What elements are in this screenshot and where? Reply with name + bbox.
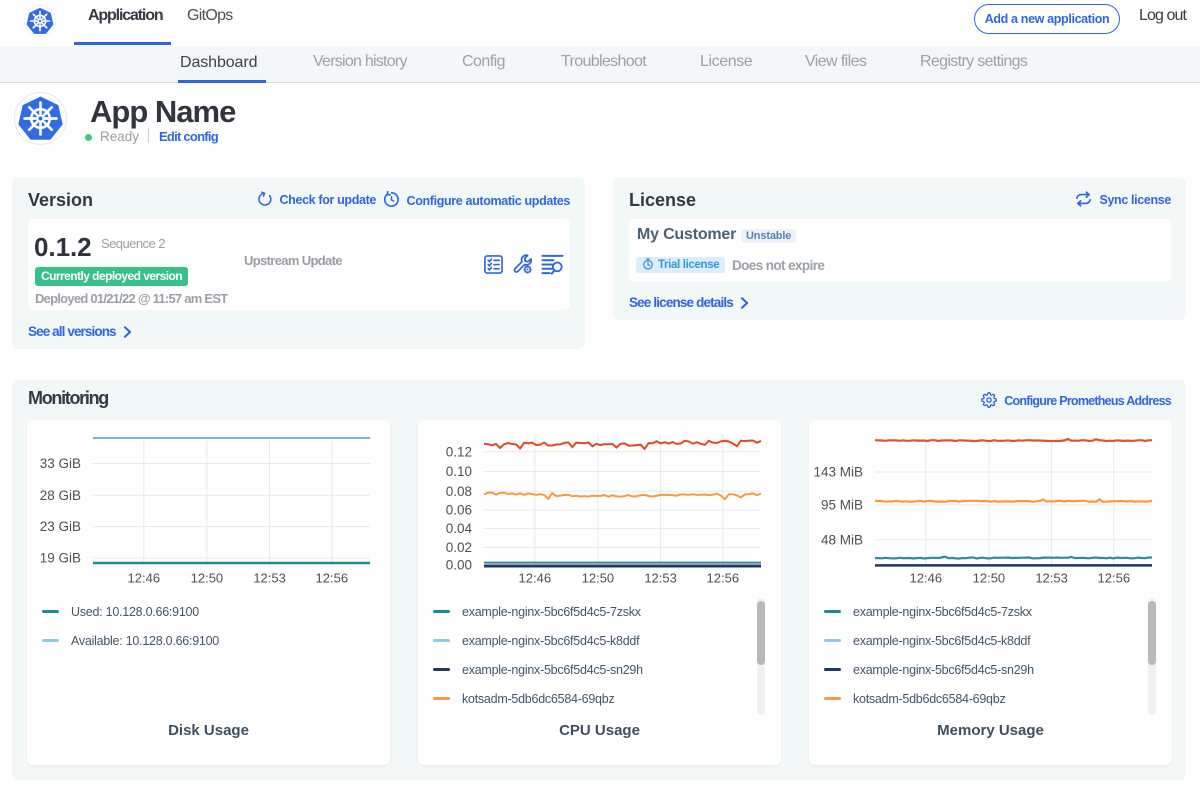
svg-text:12:46: 12:46 [128,571,161,586]
svg-text:33 GiB: 33 GiB [40,456,81,471]
svg-text:0.10: 0.10 [446,464,472,479]
svg-text:48 MiB: 48 MiB [821,532,863,547]
svg-text:19 GiB: 19 GiB [40,551,81,566]
svg-text:12:56: 12:56 [316,571,349,586]
svg-text:28 GiB: 28 GiB [40,488,81,503]
svg-text:12:56: 12:56 [1098,571,1131,586]
svg-text:0.12: 0.12 [446,444,472,459]
svg-text:12:50: 12:50 [191,571,224,586]
svg-text:23 GiB: 23 GiB [40,519,81,534]
svg-text:0.06: 0.06 [446,503,472,518]
svg-text:0.02: 0.02 [446,540,472,555]
svg-text:12:53: 12:53 [1035,571,1068,586]
svg-text:143 MiB: 143 MiB [813,465,863,480]
svg-text:12:46: 12:46 [519,571,552,586]
svg-text:12:53: 12:53 [253,571,286,586]
svg-text:12:50: 12:50 [582,571,615,586]
svg-text:0.08: 0.08 [446,484,472,499]
svg-text:0.04: 0.04 [446,521,473,536]
svg-text:12:46: 12:46 [910,571,943,586]
svg-text:12:53: 12:53 [644,571,677,586]
svg-text:12:50: 12:50 [973,571,1006,586]
svg-text:12:56: 12:56 [707,571,740,586]
svg-text:95 MiB: 95 MiB [821,498,863,513]
svg-text:0.00: 0.00 [446,558,472,573]
